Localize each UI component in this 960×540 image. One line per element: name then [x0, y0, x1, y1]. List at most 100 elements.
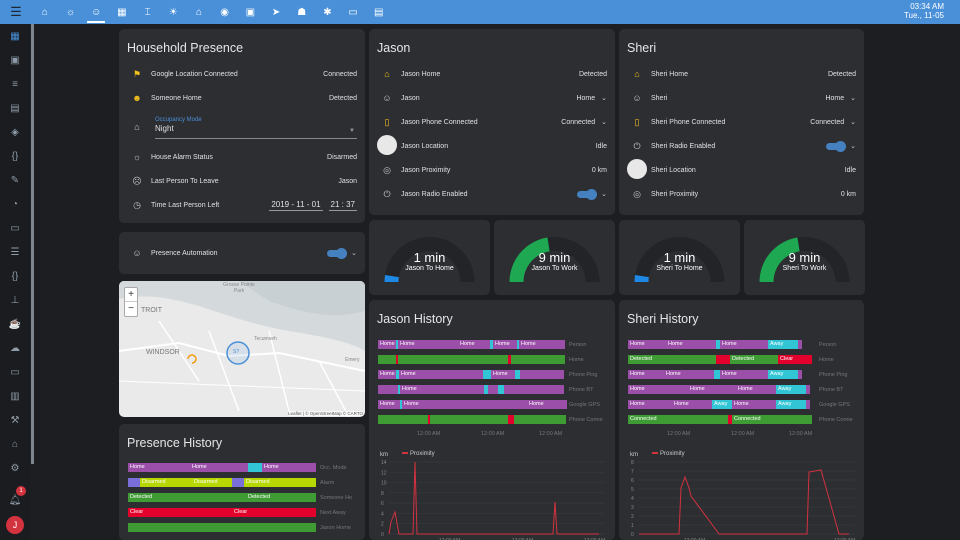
cloud-icon[interactable]: ☁ — [0, 336, 30, 360]
timeline-segment[interactable]: Home — [628, 400, 672, 409]
shield-icon[interactable]: ◈ — [0, 120, 30, 144]
timeline-segment[interactable]: Home — [688, 385, 736, 394]
map-person-marker[interactable]: S? — [233, 349, 239, 355]
timeline-segment[interactable]: Detected — [246, 493, 316, 502]
timeline-row[interactable]: Home Home Home Away — [628, 340, 802, 349]
timeline-segment[interactable]: Home — [458, 340, 490, 349]
timeline-segment[interactable]: Home — [262, 463, 312, 472]
jason-row-1[interactable]: ☺ Jason Home ⌄ — [369, 87, 615, 109]
json-icon[interactable]: {} — [0, 264, 30, 288]
datetime-input[interactable]: 2019 - 11 - 01 21 : 37 — [269, 200, 365, 211]
timeline-segment[interactable]: Home — [399, 370, 483, 379]
timeline-row[interactable]: Connected Connected — [628, 415, 812, 424]
timeline-segment[interactable] — [798, 370, 802, 379]
radio-enabled-toggle[interactable] — [577, 188, 598, 200]
chevron-down-icon[interactable]: ⌄ — [601, 94, 607, 102]
timeline-segment[interactable] — [488, 385, 498, 394]
sheri-row-3[interactable]: ⏻ Sheri Radio Enabled ⌄ — [619, 135, 864, 157]
timeline-segment[interactable]: Away — [768, 370, 798, 379]
timeline-row[interactable]: Home Home Home Away — [628, 370, 802, 379]
timeline-segment[interactable] — [483, 370, 491, 379]
timeline-segment[interactable]: Home — [736, 385, 776, 394]
timeline-segment[interactable]: Away — [768, 340, 798, 349]
network-icon[interactable]: ⊥ — [0, 288, 30, 312]
jason-row-5[interactable]: ⏻ Jason Radio Enabled ⌄ — [369, 183, 615, 205]
zoom-out-button[interactable]: − — [125, 302, 137, 316]
tab-home[interactable]: ⌂ — [32, 0, 58, 24]
timeline-segment[interactable]: Home — [628, 340, 666, 349]
jason-proximity-chart[interactable]: kmProximity1412108642012:00 AM12:00 AM12… — [369, 442, 615, 540]
gauge-card-0[interactable]: 1 min Jason To Home — [369, 220, 490, 295]
tab-people[interactable]: ☺ — [83, 0, 109, 24]
timeline-segment[interactable]: Away — [776, 385, 806, 394]
gauge-card-2[interactable]: 1 min Sheri To Home — [619, 220, 740, 295]
timeline-segment[interactable] — [514, 415, 566, 424]
timeline-segment[interactable]: Connected — [628, 415, 728, 424]
timeline-segment[interactable]: Home — [378, 400, 400, 409]
timeline-segment[interactable]: Clear — [232, 508, 316, 517]
timeline-segment[interactable]: Disarmed — [140, 478, 192, 487]
tab-robot[interactable]: ☗ — [289, 0, 315, 24]
file-icon[interactable]: ▭ — [0, 216, 30, 240]
timeline-segment[interactable]: Home — [666, 340, 716, 349]
timeline-segment[interactable] — [806, 385, 810, 394]
tab-sun[interactable]: ☀ — [160, 0, 186, 24]
timeline-segment[interactable] — [798, 340, 802, 349]
menu-icon[interactable]: ☰ — [0, 0, 32, 24]
someone-home-row[interactable]: ☻ Someone Home Detected — [119, 87, 365, 109]
timeline-segment[interactable] — [806, 400, 810, 409]
timeline-segment[interactable]: Away — [776, 400, 806, 409]
timeline-segment[interactable] — [430, 415, 508, 424]
timeline-segment[interactable]: Home — [378, 370, 396, 379]
logbook-icon[interactable]: ▤ — [0, 96, 30, 120]
timeline-segment[interactable]: Home — [128, 463, 190, 472]
timeline-segment[interactable]: Away — [712, 400, 732, 409]
timeline-segment[interactable] — [504, 385, 564, 394]
tab-thermometer[interactable]: ⌶ — [135, 0, 161, 24]
timeline-segment[interactable] — [128, 478, 140, 487]
presence-automation-row[interactable]: ☺ Presence Automation ⌄ — [119, 242, 365, 264]
jason-row-2[interactable]: ▯ Jason Phone Connected Connected ⌄ — [369, 111, 615, 133]
settings-icon[interactable]: ⚙ — [0, 456, 30, 480]
badge-icon[interactable]: ▣ — [0, 48, 30, 72]
timeline-segment[interactable] — [378, 415, 428, 424]
zoom-in-button[interactable]: + — [125, 288, 137, 302]
timeline-row[interactable]: Clear Clear — [128, 508, 316, 517]
last-person-row[interactable]: ☹ Last Person To Leave Jason — [119, 170, 365, 192]
timeline-segment[interactable]: Connected — [732, 415, 812, 424]
sheri-row-5[interactable]: ◎ Sheri Proximity 0 km — [619, 183, 864, 205]
timeline-row[interactable]: Home — [378, 385, 564, 394]
timeline-segment[interactable]: Home — [628, 370, 664, 379]
timeline-segment[interactable] — [312, 463, 316, 472]
jason-row-0[interactable]: ⌂ Jason Home Detected — [369, 63, 615, 85]
sheri-row-2[interactable]: ▯ Sheri Phone Connected Connected ⌄ — [619, 111, 864, 133]
timeline-segment[interactable]: Home — [732, 400, 776, 409]
map-card[interactable]: + − TROIT WINDSOR Tecumseh Emery Grosse … — [119, 281, 365, 417]
timeline-segment[interactable]: Home — [672, 400, 712, 409]
tab-gallery[interactable]: ▣ — [238, 0, 264, 24]
chart-icon[interactable]: ▥ — [0, 384, 30, 408]
timeline-segment[interactable]: Home — [527, 400, 567, 409]
sheri-proximity-chart[interactable]: kmProximity87654321012:00 AM12:00 AM — [619, 442, 864, 540]
hammer-icon[interactable]: ⚒ — [0, 408, 30, 432]
code-braces-icon[interactable]: {} — [0, 144, 30, 168]
timeline-segment[interactable]: Home — [720, 340, 768, 349]
timeline-row[interactable]: Detected Detected Clear — [628, 355, 812, 364]
timeline-segment[interactable] — [128, 523, 316, 532]
timeline-segment[interactable]: Home — [378, 340, 396, 349]
gauge-icon[interactable]: ◔ — [0, 192, 30, 216]
timeline-row[interactable]: Home Home Home Away — [628, 385, 810, 394]
timeline-row[interactable] — [128, 523, 316, 532]
timeline-segment[interactable] — [378, 355, 396, 364]
timeline-row[interactable]: Home Home Home — [378, 400, 567, 409]
timeline-segment[interactable]: Home — [720, 370, 768, 379]
alarm-status-row[interactable]: ☼ House Alarm Status Disarmed — [119, 146, 365, 168]
terminal-icon[interactable]: ▭ — [0, 360, 30, 384]
dashboard-icon[interactable]: ▦ — [0, 24, 30, 48]
timeline-segment[interactable]: Home — [400, 385, 484, 394]
timeline-segment[interactable] — [232, 478, 244, 487]
timeline-segment[interactable]: Clear — [778, 355, 812, 364]
timeline-segment[interactable]: Clear — [128, 508, 232, 517]
timeline-segment[interactable]: Disarmed — [244, 478, 316, 487]
chevron-down-icon[interactable]: ⌄ — [850, 118, 856, 126]
